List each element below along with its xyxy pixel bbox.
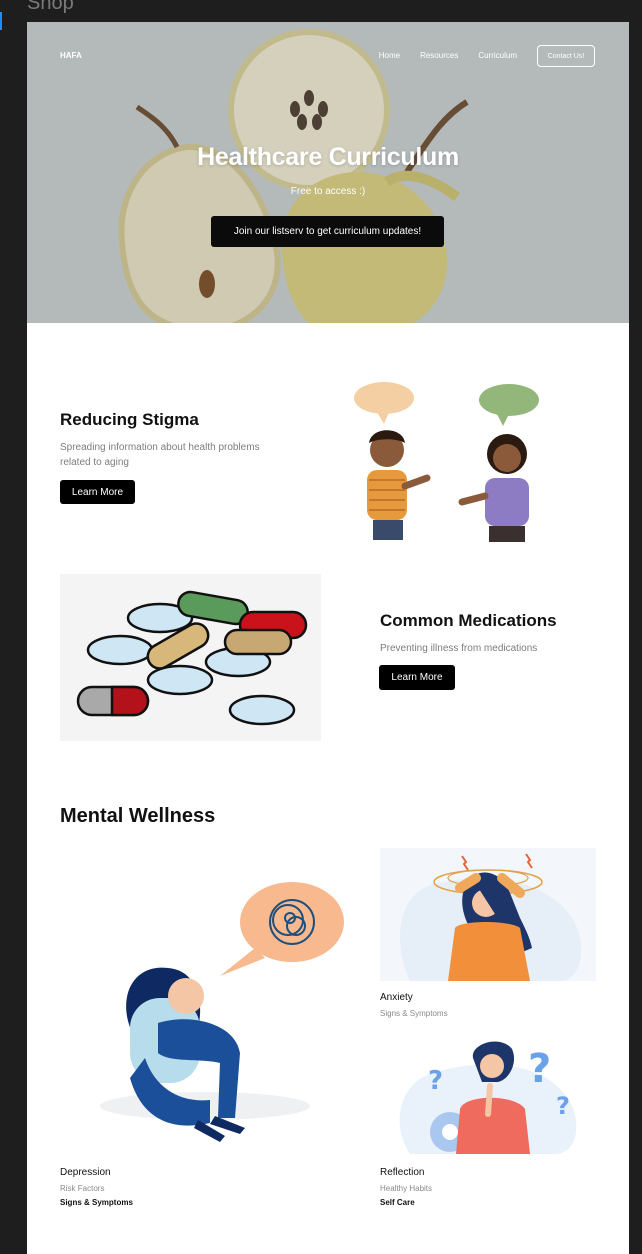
card-sub-depression: Risk Factors (60, 1184, 105, 1193)
selection-marker (0, 12, 2, 30)
hero-overlay (27, 22, 629, 323)
frame-label: Shop (27, 0, 74, 14)
hero-title: Healthcare Curriculum (197, 143, 459, 171)
mental-wellness-title: Mental Wellness (60, 805, 216, 827)
feature-desc-stigma: Spreading information about health probl… (60, 442, 260, 468)
feature-title-stigma: Reducing Stigma (60, 410, 199, 429)
depression-signs-link[interactable]: Signs & Symptoms (60, 1198, 133, 1207)
nav-curriculum[interactable]: Curriculum (478, 51, 517, 60)
card-sub-anxiety: Signs & Symptoms (380, 1009, 448, 1018)
card-title-anxiety[interactable]: Anxiety (380, 992, 413, 1003)
svg-text:?: ? (428, 1066, 443, 1096)
reflection-illustration[interactable]: ? ? ? (380, 1034, 596, 1159)
card-sub-reflection: Healthy Habits (380, 1184, 433, 1193)
listserv-signup-button[interactable]: Join our listserv to get curriculum upda… (211, 216, 444, 247)
depression-illustration[interactable] (60, 848, 350, 1158)
talking-people-illustration (354, 382, 539, 542)
svg-text:?: ? (528, 1046, 551, 1092)
contact-button[interactable]: Contact Us! (537, 45, 595, 67)
nav-home[interactable]: Home (379, 51, 400, 60)
learn-more-stigma-button[interactable]: Learn More (60, 480, 135, 504)
pills-illustration (60, 574, 321, 741)
hero-section: HAFA Home Resources Curriculum Contact U… (27, 22, 629, 323)
nav-links: Home Resources Curriculum (379, 51, 517, 60)
anxiety-illustration[interactable] (380, 848, 596, 981)
svg-text:?: ? (556, 1092, 570, 1120)
feature-desc-medications: Preventing illness from medications (380, 643, 538, 654)
brand-logo[interactable]: HAFA (60, 51, 82, 60)
self-care-link[interactable]: Self Care (380, 1198, 415, 1207)
learn-more-medications-button[interactable]: Learn More (379, 665, 455, 690)
hero-subtitle: Free to access :) (290, 186, 366, 197)
feature-title-medications: Common Medications (380, 611, 557, 630)
card-title-depression[interactable]: Depression (60, 1167, 111, 1178)
nav-resources[interactable]: Resources (420, 51, 458, 60)
card-title-reflection[interactable]: Reflection (380, 1167, 424, 1178)
page-frame: HAFA Home Resources Curriculum Contact U… (27, 22, 629, 1254)
